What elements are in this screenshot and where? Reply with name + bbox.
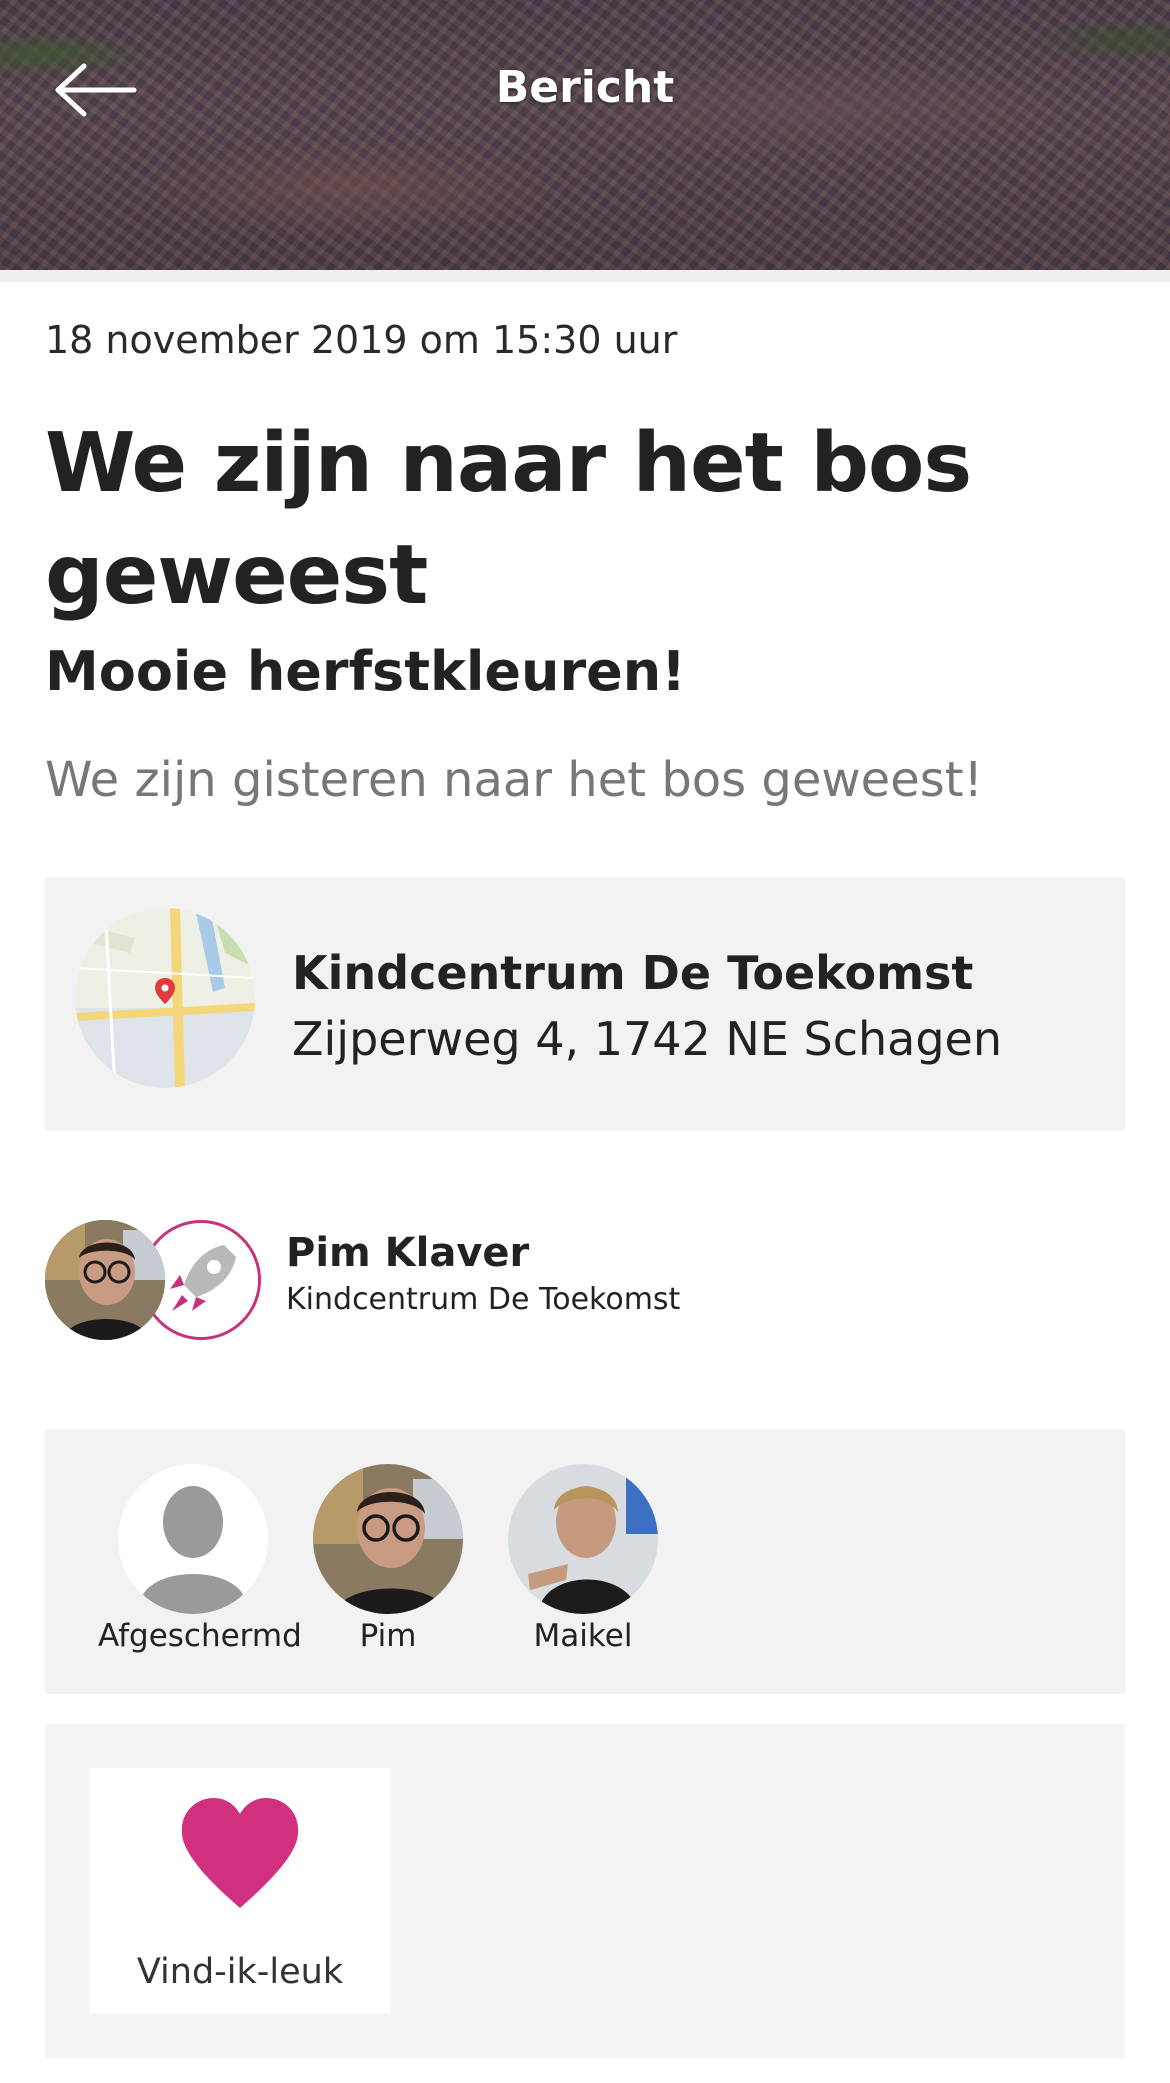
- viewer-item[interactable]: Maikel: [488, 1464, 678, 1654]
- viewers-panel: Afgeschermd Pim Maikel: [45, 1430, 1125, 1694]
- post-title: We zijn naar het bos geweest: [45, 416, 972, 623]
- placeholder-person-icon: [118, 1464, 268, 1614]
- author-block[interactable]: Pim Klaver Kindcentrum De Toekomst: [45, 1218, 1125, 1342]
- post-subtitle: Mooie herfstkleuren!: [45, 640, 686, 703]
- post-body: We zijn gisteren naar het bos geweest!: [45, 752, 983, 808]
- location-name: Kindcentrum De Toekomst: [292, 946, 974, 1000]
- post-date: 18 november 2019 om 15:30 uur: [45, 318, 678, 362]
- author-avatar: [45, 1220, 165, 1340]
- viewer-item[interactable]: Afgeschermd: [98, 1464, 302, 1654]
- viewer-avatar: [313, 1464, 463, 1614]
- like-label: Vind-ik-leuk: [136, 1952, 344, 1992]
- viewer-item[interactable]: Pim: [293, 1464, 483, 1654]
- map-thumbnail: [75, 908, 255, 1088]
- header-divider: [0, 270, 1170, 282]
- location-card[interactable]: Kindcentrum De Toekomst Zijperweg 4, 174…: [45, 878, 1125, 1130]
- reactions-panel: Vind-ik-leuk: [45, 1724, 1125, 2059]
- header-banner: Bericht: [0, 0, 1170, 270]
- location-address: Zijperweg 4, 1742 NE Schagen: [292, 1012, 1003, 1066]
- author-organization: Kindcentrum De Toekomst: [286, 1282, 681, 1317]
- viewer-avatar: [508, 1464, 658, 1614]
- viewer-name: Pim: [359, 1618, 417, 1654]
- like-button[interactable]: Vind-ik-leuk: [90, 1768, 390, 2013]
- viewer-name: Maikel: [533, 1618, 633, 1654]
- header-photo-overlay: [0, 0, 1170, 270]
- heart-icon: [181, 1798, 299, 1908]
- author-name: Pim Klaver: [286, 1230, 530, 1276]
- viewer-name: Afgeschermd: [98, 1618, 302, 1654]
- page-title: Bericht: [495, 62, 675, 113]
